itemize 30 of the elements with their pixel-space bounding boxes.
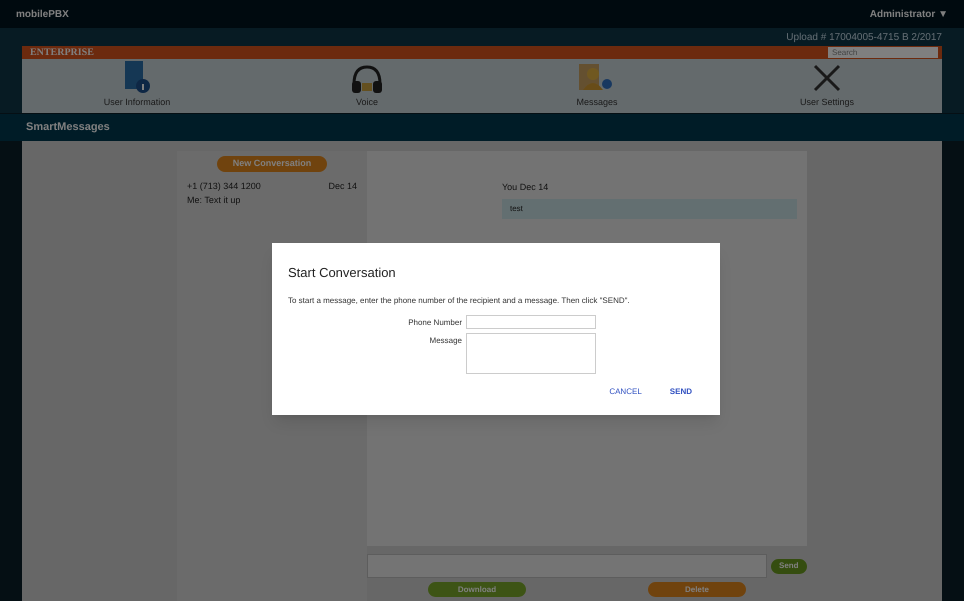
user-menu[interactable]: Administrator ▼ [870,6,948,22]
document-info-icon [122,60,152,94]
dialog-button[interactable]: CANCEL [609,386,642,398]
message-bubble: test [502,198,797,218]
dialog-instructions: To start a message, enter the phone number of the recipient and a message. Then click "SEND". [288,294,631,306]
action-button[interactable]: Delete [648,582,746,597]
brand-name: mobilePBX [16,8,69,22]
phone-number-field[interactable] [466,314,596,328]
message-meta: You Dec 14 [502,181,550,194]
message-field[interactable] [466,332,596,374]
nav-item[interactable]: User Information [22,59,252,113]
conversation-item[interactable]: +1 (713) 344 1200 Dec 14 Me: Text it up [177,180,367,207]
logo-text: ENTERPRISE [30,46,94,60]
message-preview: Me: Text it up [187,194,242,207]
field-label: Phone Number [407,316,462,328]
account-line: Upload # 17004005-4715 B 2/2017 [786,30,942,44]
page-title: SmartMessages [26,120,110,136]
nav-item[interactable]: Messages [482,59,712,113]
nav-item[interactable]: Voice [252,59,482,113]
headphones-icon [350,64,384,94]
dialog-title: Start Conversation [288,264,397,282]
new-conversation-button[interactable]: New Conversation [216,156,328,172]
send-button[interactable]: Send [771,558,807,574]
conversation-date: Dec 14 [328,180,357,193]
field-label: Message [428,334,462,346]
nav-item[interactable]: User Settings [712,59,942,113]
phone-number: +1 (713) 344 1200 [187,180,261,193]
action-button[interactable]: Download [428,582,526,597]
dialog-button[interactable]: SEND [670,386,692,398]
search-field[interactable]: Search [828,47,938,58]
